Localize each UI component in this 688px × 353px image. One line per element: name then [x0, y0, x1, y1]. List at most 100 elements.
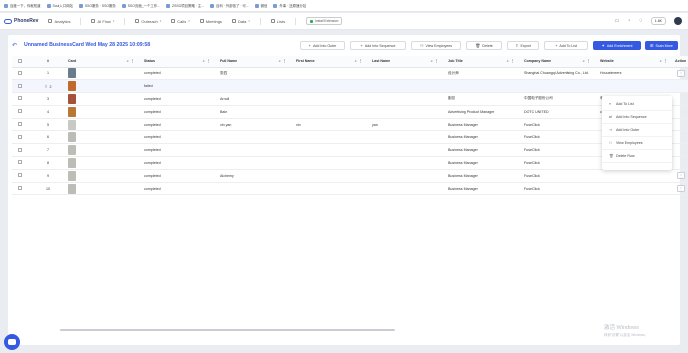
- nav-data[interactable]: Data ▾: [231, 18, 250, 24]
- bookmark[interactable]: Soul入口网站: [46, 3, 73, 8]
- page-title: Unnamed BusinessCard Wed May 28 2025 10:…: [24, 42, 151, 48]
- delete-button[interactable]: 🗑 Delete: [466, 41, 502, 50]
- nav-divider: [80, 17, 82, 25]
- business-card-thumbnail[interactable]: [68, 93, 76, 104]
- bookmark[interactable]: 微信: [254, 3, 267, 8]
- table-row[interactable]: ⠿ 2 failed: [12, 79, 688, 94]
- bookmark[interactable]: 百度一下，你就知道: [4, 3, 41, 8]
- nav-meetings[interactable]: Meetings: [199, 19, 222, 24]
- business-card-thumbnail[interactable]: [68, 81, 76, 92]
- add-into-outer-button[interactable]: + Add Into Outer: [300, 41, 345, 50]
- horizontal-scrollbar[interactable]: [60, 329, 395, 331]
- row-checkbox[interactable]: [18, 147, 22, 152]
- avatar[interactable]: [674, 17, 682, 25]
- menu-view-employees[interactable]: ⚇ View Employees: [602, 137, 672, 150]
- row-checkbox[interactable]: [18, 173, 22, 178]
- menu-add-into-sequence[interactable]: ⇄ Add Into Sequence: [602, 111, 672, 124]
- business-card-thumbnail[interactable]: [68, 119, 76, 130]
- more-icon[interactable]: ⋮: [359, 59, 362, 63]
- drag-handle-icon[interactable]: ⠿: [45, 84, 48, 89]
- more-icon[interactable]: ⋮: [511, 59, 514, 63]
- table-row[interactable]: 10 completed Business Manager FuseClick ⋮: [12, 182, 688, 196]
- chat-icon[interactable]: ▭: [615, 18, 620, 24]
- cell-first-name: [290, 67, 366, 81]
- more-icon[interactable]: ⋮: [587, 59, 590, 63]
- menu-delete-row[interactable]: 🗑 Delete Row: [602, 150, 672, 163]
- bookmark[interactable]: ZSSO项目策略 · 主...: [166, 3, 204, 8]
- cell-status: completed: [138, 156, 214, 170]
- row-checkbox[interactable]: [18, 70, 22, 75]
- search-icon[interactable]: ⌕: [583, 59, 585, 63]
- menu-add-into-outer[interactable]: ⇥ Add Into Outer: [602, 124, 672, 137]
- notification-icon[interactable]: ♢: [638, 18, 642, 24]
- table-row[interactable]: 6 completed Business Manager FuseClick: [12, 130, 688, 145]
- row-checkbox[interactable]: [18, 186, 22, 191]
- more-icon[interactable]: ⋮: [131, 59, 134, 63]
- add-into-sequence-button[interactable]: + Add Into Sequence: [350, 41, 406, 50]
- more-icon[interactable]: ⋮: [435, 59, 438, 63]
- search-icon[interactable]: ⌕: [355, 59, 357, 63]
- main-panel: ↶ Unnamed BusinessCard Wed May 28 2025 1…: [8, 35, 688, 345]
- table-row[interactable]: 1 completed 张四 设计师 Shanghai Chuangqi Adverti…: [12, 67, 688, 81]
- support-chat-button[interactable]: [4, 334, 20, 350]
- search-icon[interactable]: ⌕: [660, 59, 662, 63]
- bookmark[interactable]: SSO页面_一个工作...: [121, 3, 160, 8]
- search-icon[interactable]: ⌕: [431, 59, 433, 63]
- table-row[interactable]: 9 completed Alchemy Business Manager FuseCli…: [12, 169, 688, 183]
- row-checkbox[interactable]: [18, 134, 22, 139]
- table-row[interactable]: 5 completed xin yan xin yan Business Manager F…: [12, 118, 688, 132]
- row-number: 6: [34, 130, 62, 145]
- more-icon[interactable]: ⋮: [207, 59, 210, 63]
- table-row[interactable]: 8 completed Business Manager FuseClick: [12, 156, 688, 170]
- install-extension-button[interactable]: Install Extension: [306, 17, 343, 25]
- bookmark-favicon-icon: [254, 3, 259, 8]
- more-icon[interactable]: ⋮: [664, 59, 667, 63]
- export-button[interactable]: ⇪ Export: [507, 41, 539, 50]
- row-number: 10: [34, 182, 62, 196]
- row-checkbox[interactable]: [18, 83, 22, 88]
- add-to-list-button[interactable]: + Add To List: [544, 41, 588, 50]
- bookmark-label: SSO页面_一个工作...: [127, 4, 160, 8]
- view-employees-button[interactable]: ⚇ View Employees: [411, 41, 461, 50]
- bookmark[interactable]: 百科 · 外部信了 · 可...: [210, 3, 249, 8]
- row-number: 7: [34, 143, 62, 158]
- more-icon[interactable]: ⋮: [283, 59, 286, 63]
- search-icon[interactable]: ⌕: [507, 59, 509, 63]
- row-more-button[interactable]: ⋮: [677, 185, 685, 193]
- business-card-thumbnail[interactable]: [68, 183, 76, 194]
- nav-label: Data: [237, 18, 247, 24]
- nav-analytics[interactable]: Analytics: [48, 19, 70, 24]
- help-icon[interactable]: ◔: [627, 18, 630, 24]
- select-all-checkbox[interactable]: [18, 58, 22, 63]
- row-checkbox[interactable]: [18, 122, 22, 127]
- business-card-thumbnail[interactable]: [68, 170, 76, 181]
- business-card-thumbnail[interactable]: [68, 145, 76, 156]
- scan-more-button[interactable]: ⊞ Scan More: [645, 41, 678, 50]
- table-row[interactable]: 7 completed Business Manager FuseClick: [12, 143, 688, 158]
- row-more-button[interactable]: ⋮: [677, 172, 685, 180]
- business-card-thumbnail[interactable]: [68, 157, 76, 168]
- search-icon[interactable]: ⌕: [279, 59, 281, 63]
- menu-add-to-list[interactable]: ≡ Add To List: [602, 98, 672, 111]
- nav-ai-flow[interactable]: AI Flow ▾: [91, 19, 114, 24]
- row-checkbox[interactable]: [18, 160, 22, 165]
- app-logo[interactable]: PhoneRev: [4, 18, 38, 24]
- back-icon[interactable]: ↶: [12, 42, 17, 49]
- row-checkbox[interactable]: [18, 109, 22, 114]
- business-card-thumbnail[interactable]: [68, 132, 76, 143]
- search-icon[interactable]: ⌕: [127, 59, 129, 63]
- business-card-thumbnail[interactable]: [68, 106, 76, 117]
- add-enrichment-button[interactable]: ✦ Add Enrichment: [593, 41, 641, 50]
- table-row[interactable]: 3completedArnoll副总中国电子股份公司电子: [12, 92, 688, 106]
- table-row[interactable]: 4 completed Bain Advertising Product Manage…: [12, 105, 688, 119]
- bookmark[interactable]: 外事 · 还原速分站: [273, 3, 306, 8]
- bookmark[interactable]: SSO服务 · SSO服务: [78, 3, 116, 8]
- row-more-button[interactable]: ⋮: [677, 70, 685, 77]
- business-card-thumbnail[interactable]: [68, 68, 76, 79]
- search-icon[interactable]: ⌕: [203, 59, 205, 63]
- nav-outreach[interactable]: Outreach ▾: [135, 19, 161, 24]
- credits-badge[interactable]: 1.6K: [650, 17, 666, 25]
- nav-lists[interactable]: Lists: [270, 19, 285, 24]
- nav-calls[interactable]: Calls ▾: [171, 19, 190, 24]
- row-checkbox[interactable]: [18, 96, 22, 101]
